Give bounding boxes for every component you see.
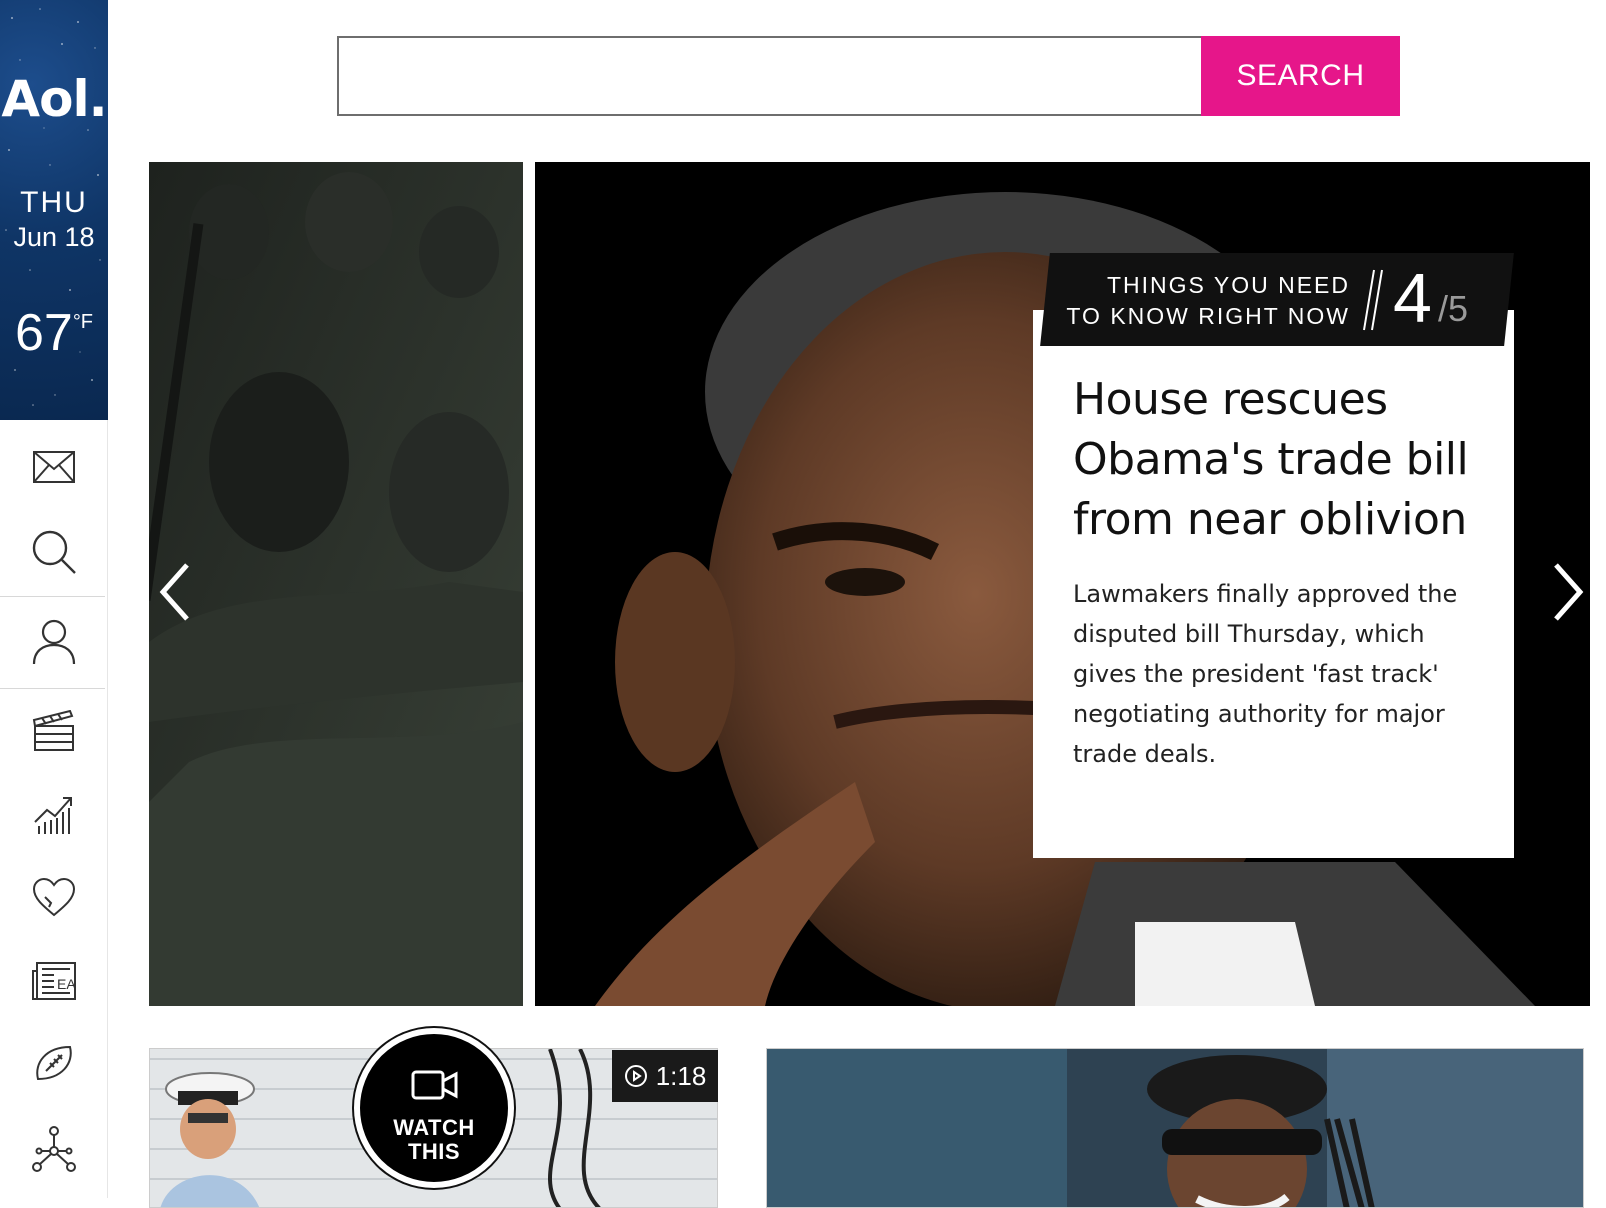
video-camera-icon xyxy=(411,1070,458,1100)
watch-this-label: WATCH THIS xyxy=(360,1116,508,1164)
watch-line-2: THIS xyxy=(407,1139,461,1164)
weather-temperature[interactable]: 67°F xyxy=(0,303,108,363)
headline-description: Lawmakers finally approved the disputed … xyxy=(1073,580,1458,768)
heart-icon[interactable] xyxy=(0,874,108,920)
video-duration: 1:18 xyxy=(655,1060,707,1091)
more-network-icon[interactable] xyxy=(0,1124,108,1174)
play-circle-icon xyxy=(624,1065,647,1087)
slide-total-number: /5 xyxy=(1438,288,1469,329)
headline-title[interactable]: House rescues Obama's trade bill from ne… xyxy=(1073,370,1474,550)
carousel-previous-slide[interactable] xyxy=(149,162,523,1006)
mail-icon[interactable] xyxy=(0,442,108,492)
football-icon[interactable] xyxy=(0,1040,108,1086)
tag-line-2: TO KNOW RIGHT NOW xyxy=(1066,303,1350,329)
watch-this-button[interactable]: WATCH THIS xyxy=(354,1028,514,1188)
sidebar-divider xyxy=(0,688,105,689)
news-thumbnail-image xyxy=(767,1049,1583,1207)
tag-line-1: THINGS YOU NEED xyxy=(1107,272,1350,298)
finance-chart-icon[interactable] xyxy=(0,792,108,838)
clapperboard-icon[interactable] xyxy=(0,706,108,756)
watch-line-1: WATCH xyxy=(393,1115,475,1140)
temperature-unit: °F xyxy=(72,311,94,333)
carousel-next-arrow-icon[interactable] xyxy=(1546,557,1590,627)
carousel-prev-arrow-icon[interactable] xyxy=(153,557,197,627)
search-input[interactable] xyxy=(337,36,1201,116)
aol-logo[interactable]: Aol. xyxy=(0,70,108,128)
newspaper-icon[interactable]: EA xyxy=(0,958,108,1004)
svg-text:EA: EA xyxy=(57,976,76,992)
video-duration-badge: 1:18 xyxy=(612,1050,718,1102)
tag-slash-divider xyxy=(1363,269,1383,331)
previous-slide-image xyxy=(149,162,523,1006)
sidebar-divider xyxy=(0,596,105,597)
news-card[interactable] xyxy=(766,1048,1584,1208)
temperature-value: 67 xyxy=(14,304,73,362)
weather-day: THU xyxy=(20,186,88,219)
search-button[interactable]: SEARCH xyxy=(1201,36,1400,116)
headline-card[interactable]: House rescues Obama's trade bill from ne… xyxy=(1033,310,1514,858)
sidebar: Aol. THU Jun 18 67°F EA xyxy=(0,0,108,1198)
search-icon[interactable] xyxy=(0,524,108,580)
weather-date: Jun 18 xyxy=(13,222,95,252)
search-bar: SEARCH xyxy=(337,36,1400,116)
brand-panel[interactable]: Aol. THU Jun 18 67°F xyxy=(0,0,108,420)
user-icon[interactable] xyxy=(0,614,108,670)
things-to-know-label: THINGS YOU NEED TO KNOW RIGHT NOW xyxy=(1060,270,1350,332)
slide-current-number: 4 xyxy=(1393,259,1432,337)
